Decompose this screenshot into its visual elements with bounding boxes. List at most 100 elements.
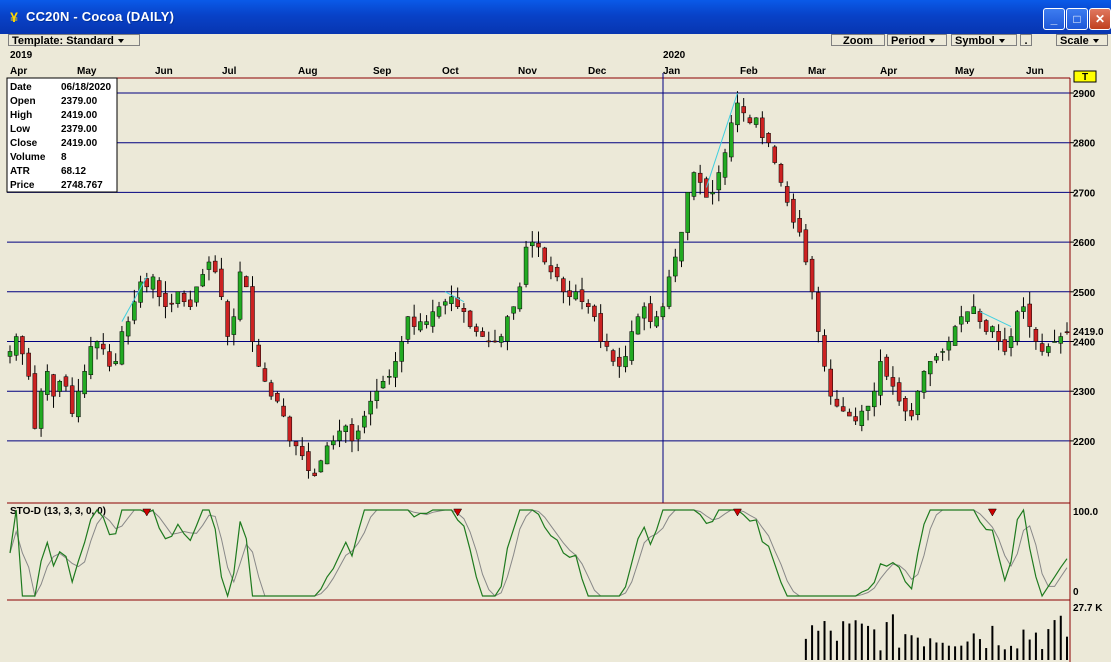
candle-body xyxy=(331,440,336,446)
candle-body xyxy=(461,308,467,312)
window-titlebar[interactable]: ¥ CC20N - Cocoa (DAILY) _ □ ✕ xyxy=(0,0,1111,34)
candle-body xyxy=(959,316,964,325)
stoch-bottom-label: 0 xyxy=(1073,587,1079,598)
maximize-button[interactable]: □ xyxy=(1066,8,1088,30)
volume-bar xyxy=(1034,632,1037,660)
volume-bar xyxy=(891,614,894,660)
candle-body xyxy=(641,306,647,319)
candle-body xyxy=(474,326,479,332)
candle-body xyxy=(107,351,112,367)
candle-body xyxy=(803,229,809,263)
candle-body xyxy=(1008,336,1014,348)
template-dropdown[interactable]: Template: Standard xyxy=(8,34,140,47)
candle-body xyxy=(125,321,131,337)
candle-body xyxy=(244,276,249,288)
volume-bar xyxy=(823,621,826,660)
candle-body xyxy=(704,178,709,198)
candle-body xyxy=(94,341,100,349)
volume-bar xyxy=(804,638,807,660)
candle-body xyxy=(424,321,429,325)
year-label: 2019 xyxy=(10,50,33,61)
candle-body xyxy=(834,398,840,407)
month-label: Nov xyxy=(518,66,537,77)
candle-body xyxy=(673,256,678,277)
volume-bar xyxy=(1066,636,1068,660)
volume-bar xyxy=(848,623,851,660)
candle-body xyxy=(82,371,87,395)
minimize-button[interactable]: _ xyxy=(1043,8,1065,30)
candle-body xyxy=(679,231,684,262)
chevron-down-icon xyxy=(117,39,124,44)
candle-body xyxy=(965,311,970,322)
chevron-down-icon xyxy=(998,39,1005,44)
volume-bar xyxy=(935,642,938,660)
candle-body xyxy=(1027,303,1032,327)
volume-bar xyxy=(867,625,870,660)
candle-body xyxy=(1021,306,1026,312)
close-button[interactable]: ✕ xyxy=(1089,8,1111,30)
candle-body xyxy=(76,390,81,418)
volume-bar xyxy=(929,638,932,660)
candle-body xyxy=(579,289,585,302)
candle-body xyxy=(996,331,1001,342)
candle-body xyxy=(113,361,118,365)
candle-body xyxy=(287,416,293,442)
candle-body xyxy=(1033,329,1039,342)
price-tick-label: 2800 xyxy=(1073,139,1096,150)
candle-body xyxy=(921,371,927,393)
candle-body xyxy=(163,292,168,307)
candle-body xyxy=(349,424,355,442)
month-label: Oct xyxy=(442,66,459,77)
price-tick-label: 2900 xyxy=(1073,89,1096,100)
volume-bar xyxy=(910,635,913,660)
volume-bar xyxy=(811,625,814,660)
candle-body xyxy=(57,381,62,392)
candle-body xyxy=(747,117,753,124)
candle-body xyxy=(119,331,125,365)
candle-body xyxy=(940,351,945,353)
info-label: Price xyxy=(10,180,35,191)
candle-body xyxy=(418,321,423,331)
candle-body xyxy=(554,267,560,278)
candle-body xyxy=(760,117,765,138)
period-dropdown[interactable]: Period xyxy=(887,34,947,47)
candle-body xyxy=(1002,339,1008,352)
candle-body xyxy=(685,192,690,233)
candle-body xyxy=(250,286,255,342)
app-logo-icon: ¥ xyxy=(10,9,18,25)
candle-body xyxy=(498,336,504,343)
volume-bar xyxy=(885,622,888,660)
candle-body xyxy=(548,265,554,273)
price-tick-label: 2500 xyxy=(1073,288,1096,299)
chart-area[interactable]: 2019 2020 Apr May Jun Jul Aug Sep Oct Nov Dec Jan Fe… xyxy=(0,48,1111,662)
candle-body xyxy=(492,340,498,343)
candle-body xyxy=(430,311,436,327)
volume-bar xyxy=(960,645,963,660)
candle-body xyxy=(878,361,883,396)
info-label: Volume xyxy=(10,152,46,163)
info-box: Date 06/18/2020 Open 2379.00 High 2419.00 Low 2… xyxy=(6,77,118,193)
candle-body xyxy=(194,286,199,303)
candle-body xyxy=(971,306,976,314)
candle-body xyxy=(262,368,268,382)
candle-body xyxy=(691,172,697,197)
candle-body xyxy=(399,341,404,362)
candle-body xyxy=(231,316,237,335)
volume-bar xyxy=(1022,629,1025,660)
candle-body xyxy=(859,410,865,426)
marker-label: T xyxy=(1082,72,1088,83)
scale-dropdown[interactable]: Scale xyxy=(1056,34,1108,47)
candle-body xyxy=(293,441,299,447)
dot-button[interactable]: . xyxy=(1020,34,1032,47)
candle-body xyxy=(150,276,156,290)
stoch-top-label: 100.0 xyxy=(1073,507,1098,518)
symbol-dropdown[interactable]: Symbol xyxy=(951,34,1017,47)
month-label: Jul xyxy=(222,66,237,77)
zoom-button[interactable]: Zoom xyxy=(831,34,885,47)
volume-bar xyxy=(916,637,919,660)
volume-bar xyxy=(978,639,981,660)
volume-bar xyxy=(1041,649,1044,660)
candle-body xyxy=(915,390,921,416)
month-label: Sep xyxy=(373,66,391,77)
candle-body xyxy=(865,405,871,411)
